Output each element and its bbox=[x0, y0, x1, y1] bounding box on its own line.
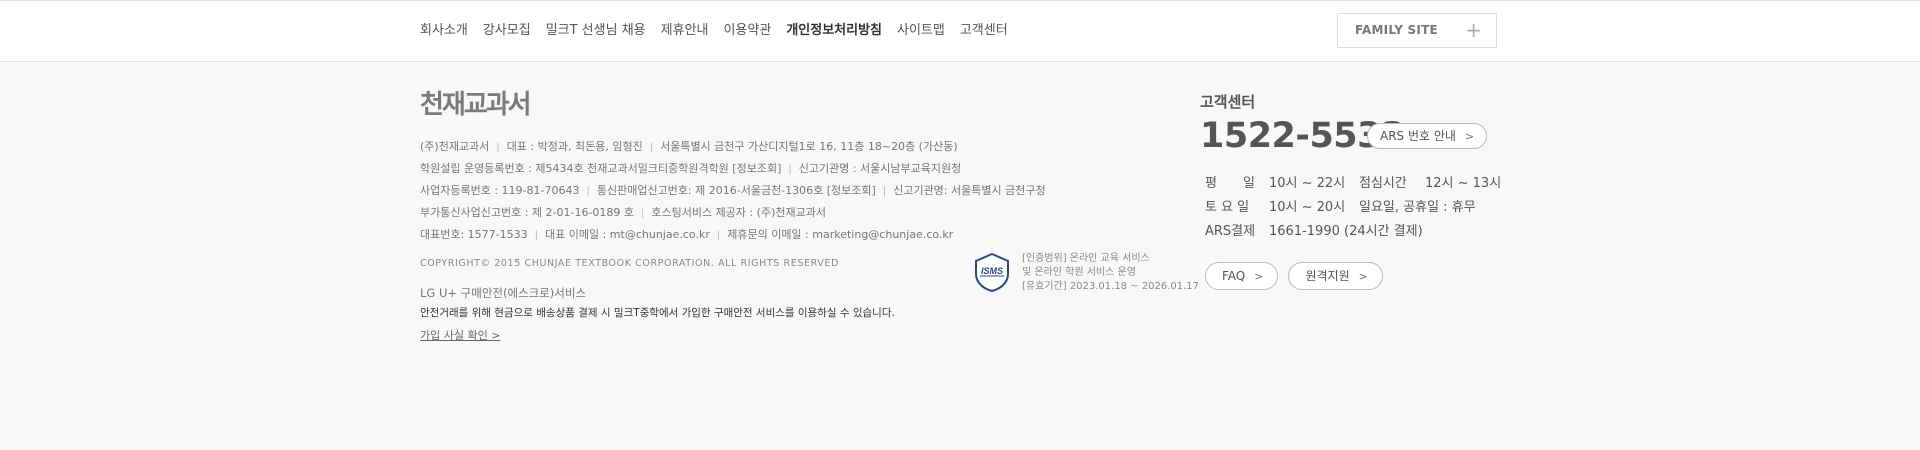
isms-scope: [인증범위] 온라인 교육 서비스 bbox=[1022, 253, 1150, 264]
ars-guide-label: ARS 번호 안내 bbox=[1380, 129, 1456, 143]
escrow-description: 안전거래를 위해 현금으로 배송상품 결제 시 밀크T중학에서 가입한 구매안전… bbox=[420, 307, 895, 319]
faq-label: FAQ bbox=[1222, 269, 1246, 283]
customer-center: 고객센터 1522-5533 ARS 번호 안내 > 평 일 10시 ~ 22시 … bbox=[1200, 92, 1510, 239]
company-info-row: 부가통신사업신고번호 : 제 2-01-16-0189 호 | 호스팅서비스 제공자… bbox=[420, 202, 1100, 224]
ars-guide-button[interactable]: ARS 번호 안내 > bbox=[1367, 123, 1488, 149]
nav-teacher-hiring-link[interactable]: 밀크T 선생님 채용 bbox=[546, 21, 646, 41]
divider: | bbox=[641, 208, 645, 219]
company-logo: 천재교과서 bbox=[420, 90, 532, 120]
customer-center-title: 고객센터 bbox=[1200, 93, 1256, 111]
divider: | bbox=[716, 230, 721, 241]
svg-text:ISMS: ISMS bbox=[981, 266, 1003, 276]
nav-customer-center-link[interactable]: 고객센터 bbox=[960, 21, 1008, 41]
company-info: (주)천재교과서 | 대표 : 박정과, 최돈용, 임형진 | 서울특별시 금천구 가산… bbox=[420, 136, 1100, 246]
mail-order-registration: 통신판매업신고번호: 제 2016-서울금천-1306호 [정보조회] bbox=[596, 184, 876, 197]
nav-terms-link[interactable]: 이용약관 bbox=[723, 21, 771, 41]
chevron-right-icon: > bbox=[1254, 270, 1264, 283]
telecom-registration: 부가통신사업신고번호 : 제 2-01-16-0189 호 bbox=[420, 206, 635, 219]
hours-label: 평 일 bbox=[1205, 175, 1255, 191]
company-info-row: 사업자등록번호 : 119-81-70643 | 통신판매업신고번호: 제 2016… bbox=[420, 180, 1100, 202]
reporting-agency: 신고기관명: 서울특별시 금천구청 bbox=[893, 184, 1046, 197]
nav-company-intro-link[interactable]: 회사소개 bbox=[420, 21, 468, 41]
remote-support-button[interactable]: 원격지원 > bbox=[1288, 262, 1383, 290]
divider: | bbox=[534, 230, 539, 241]
divider: | bbox=[496, 142, 500, 153]
ceo-names: 대표 : 박정과, 최돈용, 임형진 bbox=[506, 140, 643, 153]
chevron-right-icon: > bbox=[1358, 270, 1368, 283]
hours-value: 1661-1990 (24시간 결제) bbox=[1269, 223, 1423, 239]
chevron-right-icon: > bbox=[1464, 130, 1475, 143]
nav-partnership-link[interactable]: 제휴안내 bbox=[661, 21, 709, 41]
hours-value: 일요일, 공휴일 : 휴무 bbox=[1359, 199, 1476, 215]
isms-certification: ISMS [인증범위] 온라인 교육 서비스 및 온라인 학원 서비스 운영 [… bbox=[972, 252, 1199, 294]
main-phone: 대표번호: 1577-1533 bbox=[420, 228, 528, 241]
hours-value: 12시 ~ 13시 bbox=[1425, 175, 1502, 191]
nav-privacy-policy-link[interactable]: 개인정보처리방침 bbox=[786, 21, 882, 41]
company-name: (주)천재교과서 bbox=[420, 140, 490, 153]
divider: | bbox=[649, 142, 654, 153]
hours-label: 점심시간 bbox=[1359, 175, 1407, 191]
main-email: 대표 이메일 : mt@chunjae.co.kr bbox=[545, 228, 710, 241]
escrow-title: LG U+ 구매안전(에스크로)서비스 bbox=[420, 286, 587, 300]
top-navigation-bar: 회사소개 강사모집 밀크T 선생님 채용 제휴안내 이용약관 개인정보처리방침 … bbox=[0, 0, 1920, 62]
family-site-dropdown[interactable]: FAMILY SITE + bbox=[1337, 13, 1497, 48]
operating-hours-table: 평 일 10시 ~ 22시 점심시간 12시 ~ 13시 토 요 일 10시 ~… bbox=[1205, 169, 1501, 241]
hours-row: ARS결제 1661-1990 (24시간 결제) bbox=[1205, 217, 1501, 241]
divider: | bbox=[586, 186, 590, 197]
hours-label: ARS결제 bbox=[1205, 223, 1256, 239]
company-info-row: (주)천재교과서 | 대표 : 박정과, 최돈용, 임형진 | 서울특별시 금천구 가산… bbox=[420, 136, 1100, 158]
company-address: 서울특별시 금천구 가산디지털1로 16, 11층 18~20층 (가산동) bbox=[660, 140, 958, 153]
support-buttons: FAQ > 원격지원 > bbox=[1205, 262, 1383, 290]
company-info-row: 대표번호: 1577-1533 | 대표 이메일 : mt@chunjae.co.k… bbox=[420, 224, 1100, 246]
hours-row: 평 일 10시 ~ 22시 점심시간 12시 ~ 13시 bbox=[1205, 169, 1501, 193]
hours-value: 10시 ~ 22시 bbox=[1269, 175, 1346, 191]
nav-instructor-recruit-link[interactable]: 강사모집 bbox=[483, 21, 531, 41]
escrow-section: LG U+ 구매안전(에스크로)서비스 안전거래를 위해 현금으로 배송상품 결… bbox=[420, 284, 895, 346]
business-registration: 사업자등록번호 : 119-81-70643 bbox=[420, 184, 580, 197]
hours-row: 토 요 일 10시 ~ 20시 일요일, 공휴일 : 휴무 bbox=[1205, 193, 1501, 217]
isms-description: [인증범위] 온라인 교육 서비스 및 온라인 학원 서비스 운영 [유효기간]… bbox=[1022, 252, 1199, 294]
remote-support-label: 원격지원 bbox=[1305, 269, 1350, 283]
nav-sitemap-link[interactable]: 사이트맵 bbox=[897, 21, 945, 41]
isms-badge-icon: ISMS bbox=[975, 252, 1009, 292]
isms-validity: [유효기간] 2023.01.18 ~ 2026.01.17 bbox=[1022, 281, 1200, 292]
footer-nav: 회사소개 강사모집 밀크T 선생님 채용 제휴안내 이용약관 개인정보처리방침 … bbox=[420, 21, 1023, 41]
divider: | bbox=[882, 186, 887, 197]
divider: | bbox=[788, 164, 792, 175]
plus-icon: + bbox=[1465, 18, 1482, 42]
copyright-text: COPYRIGHT© 2015 CHUNJAE TEXTBOOK CORPORA… bbox=[420, 258, 839, 269]
hours-label: 토 요 일 bbox=[1205, 199, 1250, 215]
partnership-email: 제휴문의 이메일 : marketing@chunjae.co.kr bbox=[727, 228, 954, 241]
escrow-verify-link[interactable]: 가입 사실 확인 > bbox=[420, 326, 500, 346]
hours-value: 10시 ~ 20시 bbox=[1269, 199, 1346, 215]
faq-button[interactable]: FAQ > bbox=[1205, 262, 1279, 290]
family-site-label: FAMILY SITE bbox=[1355, 23, 1438, 37]
academy-registration: 학원설립 운영등록번호 : 제5434호 천재교과서밀크티중학원격학원 [정보조… bbox=[420, 162, 782, 175]
hosting-provider: 호스팅서비스 제공자 : (주)천재교과서 bbox=[651, 206, 826, 219]
company-info-row: 학원설립 운영등록번호 : 제5434호 천재교과서밀크티중학원격학원 [정보조… bbox=[420, 158, 1100, 180]
isms-scope-detail: 및 온라인 학원 서비스 운영 bbox=[1022, 267, 1136, 278]
reporting-agency: 신고기관명 : 서울시남부교육지원청 bbox=[798, 162, 962, 175]
